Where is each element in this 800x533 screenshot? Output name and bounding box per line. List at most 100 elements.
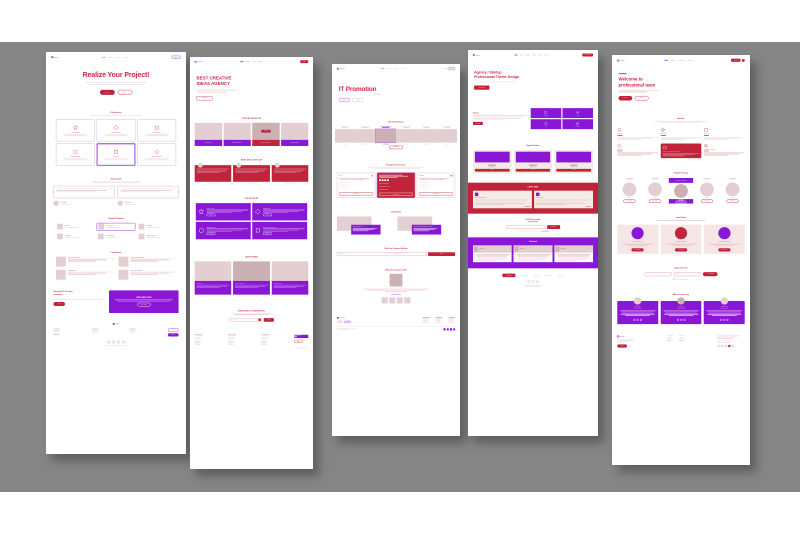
service-card[interactable]: Realize Your Project [137,143,177,166]
footer-logo[interactable]: Company [617,335,635,338]
pricing-cta-button[interactable]: GET STARTED [379,192,413,196]
nav-link-home[interactable] [240,61,244,62]
service-item[interactable]: IDEA JOB [617,128,659,140]
twitter-icon[interactable] [112,340,115,344]
facebook-icon[interactable] [720,318,723,321]
service-card[interactable]: Online Marketing [55,119,95,142]
client-card[interactable]: KEVIN JONES [703,297,745,324]
buy-now-button[interactable]: BUY NOW [700,199,713,203]
nav-link-services[interactable] [678,59,685,61]
news-item[interactable]: Online Project Result Job [118,269,177,280]
product-slot-active[interactable] [375,128,397,143]
footer-login-button[interactable]: LOGIN [167,328,179,332]
product-tab[interactable] [355,126,375,128]
service-tile[interactable]: SEO [530,119,562,130]
news-item[interactable]: Marketing Web Solution [55,256,114,267]
footer-column[interactable] [435,317,443,324]
linkedin-icon[interactable] [731,344,735,348]
buy-now-button[interactable]: BUY NOW [261,129,271,133]
footer-column[interactable] [448,317,456,324]
facebook-icon[interactable] [107,340,111,344]
subscribe-email-input[interactable] [53,297,106,300]
read-more-button[interactable]: READ MORE [631,248,644,252]
nav-getstarted-button[interactable]: GET STARTED [582,53,594,57]
footer-column[interactable] [53,328,61,336]
logo[interactable]: Company [617,59,625,62]
buy-now-button[interactable]: BUY NOW [474,168,510,172]
subscribe-send-button[interactable]: SEND [53,301,65,307]
nav-link-about[interactable] [246,61,251,62]
job-search-button[interactable]: SEARCH [428,252,456,257]
news-card[interactable]: MARKETING BUSINESS READ MORE [703,224,745,254]
service-more-button[interactable]: MORE [206,213,216,217]
instagram-icon[interactable] [535,280,539,283]
news-card[interactable]: MARKETING CREATIVE WORK TARGET JOB [397,216,455,235]
product-item[interactable]: BUY NOW [721,178,745,203]
product-item[interactable]: BUY NOW [695,178,719,203]
product-tab[interactable] [396,126,416,128]
hero-login-button[interactable]: LOGIN [352,97,364,102]
facebook-icon[interactable] [527,280,531,283]
news-card[interactable]: MARKETING WORK [271,261,309,295]
facebook-icon[interactable] [633,318,636,321]
nav-signup-button[interactable]: SIGN UP [447,67,456,71]
youtube-icon[interactable] [728,344,731,348]
service-more-button[interactable]: MORE [206,232,216,235]
news-card[interactable]: BEST SOLUTION JOB [336,216,395,235]
nav-link-home[interactable] [514,54,518,56]
footer-getstarted-button[interactable]: GET STARTED [502,273,516,278]
job-category-select[interactable]: Category ▾ [396,252,427,257]
news-item[interactable]: Optimization Work [55,269,114,280]
logo[interactable]: Creative Idea [194,60,203,63]
product-card[interactable]: PROMOTION JOB BUY NOW [513,149,553,174]
hero-signup-button[interactable]: SIGN UP [338,97,351,102]
nav-link-services[interactable] [394,68,399,69]
instagram-icon[interactable] [726,318,729,321]
product-item-active[interactable]: Find Agency Job [96,222,136,231]
product-item[interactable]: BUY NOW [643,178,667,203]
product-item[interactable]: Share Idea [56,223,95,231]
service-card[interactable]: Smart Business [137,119,177,142]
twitter-icon[interactable] [636,318,639,321]
product-item[interactable]: Online Target Job [137,233,176,241]
service-card-active[interactable]: Creative Idea [96,143,136,166]
logo[interactable]: BestProject [336,67,345,70]
pricing-cta-button[interactable]: GET STARTED [339,192,374,196]
product-card[interactable]: IDEA STARTUP BUY NOW [554,149,594,174]
service-card[interactable]: SMART TARGET SHAPE MORE [252,221,308,240]
testimonial-card[interactable] [233,162,270,184]
hero-login-button[interactable]: LOGIN [117,89,133,95]
footer-column[interactable] [91,328,99,336]
footer-signup-button[interactable]: SIGN UP [344,320,351,324]
news-card[interactable]: IT PROMOTION WORK READ MORE [660,224,702,254]
service-tile[interactable]: PLANNING [562,108,594,119]
nav-link-contact[interactable] [543,54,548,56]
service-item[interactable]: MARKETING [660,127,702,140]
service-item-highlight[interactable]: PROFESSIONAL BEST SERVICE JOB [660,143,702,159]
service-card[interactable]: WEB SERVICE MORE [252,203,308,221]
product-card[interactable]: MARKETING WORK [280,122,309,146]
product-item-active[interactable]: BEST CREATIVE PRODUCT BUY NOW [668,178,694,204]
customer-thumb[interactable] [396,297,403,304]
service-item[interactable]: OPTIMIZATION WORK [703,143,745,158]
service-item[interactable]: STRATEGY [703,128,745,140]
pricing-plan[interactable]: FREE $0 ✓ ✓ ✓ GET STARTED [336,172,376,198]
buy-now-button[interactable]: BUY NOW [623,199,636,203]
mockup-panel-it-promotion[interactable]: BestProject SIGN UP IT Promotion SIGN UP… [332,64,460,436]
mockup-panel-realize-your-project[interactable]: WebPro Sign Up Realize Your Project! SIG… [46,52,186,454]
footer-signup-button[interactable]: SIGN UP [617,344,628,348]
nav-link-about[interactable] [671,59,676,61]
testimonial-card[interactable] [271,162,309,184]
buy-now-button[interactable]: BUY NOW [649,199,662,203]
testimonial-card[interactable]: Olivia Smith “ [472,245,512,263]
footer-logo[interactable]: BestProject [336,317,351,319]
mockup-panel-agency-startup[interactable]: Corporate GET STARTED Agency / Startup P… [468,50,598,436]
subscribe-button[interactable]: SUBSCRIBE [702,272,718,277]
promo-banner[interactable]: LATEST AGENCY NEWS READ MORE [109,290,179,313]
nav-link-service[interactable] [525,54,530,56]
footer-column[interactable] [666,335,674,347]
newsletter-send-button[interactable]: SEND [263,317,274,322]
product-tab-active[interactable] [376,126,396,128]
product-item[interactable]: Web Start Up [137,223,176,231]
facebook-icon[interactable] [443,328,446,331]
